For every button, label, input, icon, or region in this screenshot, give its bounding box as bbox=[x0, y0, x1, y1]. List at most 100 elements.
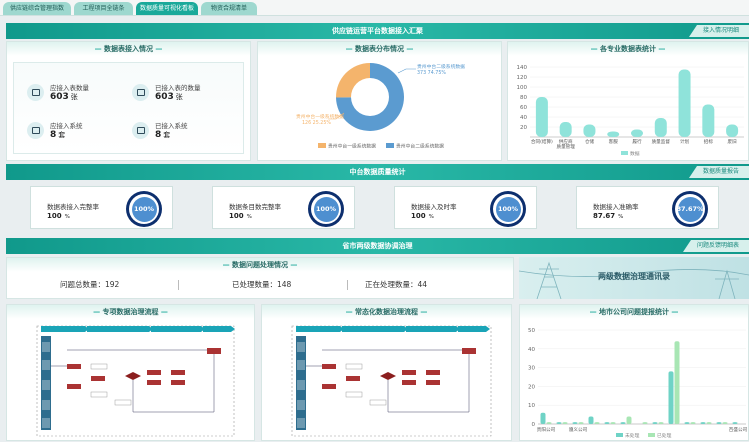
flow-stage-arrow bbox=[342, 326, 408, 332]
flow-stage-arrow bbox=[458, 326, 490, 332]
flow-note-node bbox=[369, 399, 387, 406]
y-tick-label: 20 bbox=[520, 125, 527, 131]
tab-quality-dashboard[interactable]: 数据质量可视化看板 bbox=[136, 2, 198, 15]
flow-process-node bbox=[67, 384, 81, 389]
flow-note-node bbox=[345, 391, 363, 398]
x-tick-label: 质量监督 bbox=[652, 138, 671, 145]
flow-lane-cell bbox=[297, 380, 305, 390]
issues-panel-title: — 数据问题处理情况 — bbox=[7, 258, 513, 272]
quality-report-button[interactable]: 数据质量报告 bbox=[688, 166, 749, 178]
stat-required-tables: 应接入表数量 603 张 bbox=[27, 82, 89, 102]
city-bar bbox=[626, 416, 632, 424]
flow-lane-cell bbox=[297, 400, 305, 410]
flow-process-node bbox=[67, 364, 81, 369]
flow-note-node bbox=[90, 363, 108, 370]
x-tick-label: 百盛公司 bbox=[729, 426, 748, 433]
city-bar bbox=[674, 341, 680, 424]
routine-flow-title: — 常态化数据治理流程 — bbox=[262, 305, 511, 319]
flow-process-node bbox=[426, 380, 440, 385]
copy-icon bbox=[132, 83, 149, 101]
flow-lane-cell bbox=[297, 342, 305, 352]
category-bar bbox=[678, 69, 691, 137]
flow-process-node bbox=[147, 380, 161, 385]
special-flow-panel: — 专项数据治理流程 — bbox=[6, 304, 255, 441]
flow-stage-arrow bbox=[87, 326, 153, 332]
directory-banner-title: 两级数据治理通讯录 bbox=[598, 272, 670, 281]
x-tick-label: 履行 bbox=[632, 138, 642, 145]
section-title-access: 供应链运营平台数据接入汇聚 bbox=[332, 27, 423, 35]
city-bar bbox=[572, 422, 578, 424]
x-tick-label: 供应商 bbox=[559, 138, 573, 145]
special-flow-diagram bbox=[36, 325, 235, 437]
category-panel: — 各专业数据表统计 — 20 40 60 80 100 120 140 合同(结算) 供应商质… bbox=[507, 41, 749, 161]
quality-ring: 87.67% bbox=[672, 191, 708, 227]
flow-lane-cell bbox=[297, 360, 305, 370]
stat-required-systems: 应接入系统 8 套 bbox=[27, 120, 83, 140]
tab-compliance-list[interactable]: 物资合规清单 bbox=[201, 2, 257, 15]
legend-label: 贵州中台二级系统数据 bbox=[396, 143, 444, 150]
flow-process-node bbox=[147, 370, 161, 375]
issues-done: 已处理数量：148 bbox=[232, 280, 292, 289]
quality-ring: 100% bbox=[126, 191, 162, 227]
flow-frame bbox=[291, 325, 492, 437]
quality-card-accuracy: 数据接入准确率 87.67% 87.67% bbox=[576, 186, 719, 229]
city-bar bbox=[716, 422, 722, 424]
flow-lane-cell bbox=[42, 342, 50, 352]
y-tick-label: 80 bbox=[520, 95, 527, 101]
city-bar bbox=[684, 422, 690, 424]
x-tick-label: 招标 bbox=[704, 138, 714, 145]
category-bar bbox=[607, 131, 620, 137]
routine-flow-diagram bbox=[291, 325, 492, 437]
y-tick-label: 120 bbox=[517, 75, 528, 81]
quality-card-timeliness: 数据接入及时率 100% 100% bbox=[394, 186, 537, 229]
flow-process-node bbox=[322, 364, 336, 369]
flow-stage-arrow bbox=[151, 326, 205, 332]
issues-total: 问题总数量：192 bbox=[60, 280, 120, 289]
tab-bar: 供应链综合管理指数 工程项目全链条 数据质量可视化看板 物资合规清单 bbox=[0, 0, 749, 16]
pie-slice bbox=[336, 63, 370, 98]
stat-accessed-systems: 已接入系统 8 套 bbox=[132, 120, 188, 140]
directory-banner[interactable]: 两级数据治理通讯录 bbox=[519, 257, 749, 299]
pie-leader-line bbox=[397, 68, 416, 74]
category-bar bbox=[702, 104, 715, 137]
city-panel: — 地市公司问题提报统计 — 0 10 20 30 40 50 贵阳公司 遵义公司 百盛公司 未处… bbox=[519, 304, 749, 441]
legend-label: 已处理 bbox=[657, 432, 672, 439]
flow-stage-arrow bbox=[203, 326, 235, 332]
flow-note-node bbox=[345, 363, 363, 370]
y-tick-label: 40 bbox=[520, 115, 527, 121]
flow-lane-cell bbox=[297, 418, 305, 428]
city-bar bbox=[732, 422, 738, 424]
flow-lane-cell bbox=[42, 400, 50, 410]
flow-lane-cell bbox=[42, 418, 50, 428]
grid-icon bbox=[132, 121, 149, 139]
y-tick-label: 30 bbox=[528, 366, 535, 372]
flow-process-node bbox=[402, 380, 416, 385]
tab-supply-index[interactable]: 供应链综合管理指数 bbox=[3, 2, 71, 15]
monitor-icon bbox=[27, 121, 44, 139]
tab-project-chain[interactable]: 工程项目全链条 bbox=[74, 2, 133, 15]
x-tick-label: 遵义公司 bbox=[569, 426, 588, 433]
flow-process-node bbox=[91, 376, 105, 381]
routine-flow-panel: — 常态化数据治理流程 — bbox=[261, 304, 512, 441]
access-detail-button[interactable]: 接入情况明细 bbox=[688, 25, 749, 37]
category-bar bbox=[726, 124, 739, 137]
y-tick-label: 40 bbox=[528, 347, 535, 353]
legend-swatch bbox=[318, 143, 326, 148]
x-tick-label: 废旧 bbox=[728, 138, 738, 145]
feedback-detail-button[interactable]: 问题反馈明细表 bbox=[682, 240, 749, 252]
access-panel: — 数据表接入情况 — 应接入表数量 603 张 已接入表的数量 603 张 应接入系统… bbox=[6, 41, 251, 161]
city-bar bbox=[722, 422, 728, 424]
stat-accessed-tables: 已接入表的数量 603 张 bbox=[132, 82, 201, 102]
legend-swatch bbox=[621, 151, 628, 155]
flow-decision-node bbox=[380, 372, 396, 380]
city-bar bbox=[562, 422, 568, 424]
city-bar bbox=[610, 422, 616, 424]
category-bar bbox=[559, 122, 572, 137]
category-panel-title: — 各专业数据表统计 — bbox=[508, 42, 748, 56]
y-tick-label: 60 bbox=[520, 105, 527, 111]
flow-lane-cell bbox=[42, 360, 50, 370]
section-title-governance: 省市两级数据协调治理 bbox=[342, 242, 413, 250]
issues-panel: — 数据问题处理情况 — bbox=[6, 257, 514, 299]
legend-label: 未处理 bbox=[625, 432, 640, 439]
flow-note-node bbox=[90, 391, 108, 398]
